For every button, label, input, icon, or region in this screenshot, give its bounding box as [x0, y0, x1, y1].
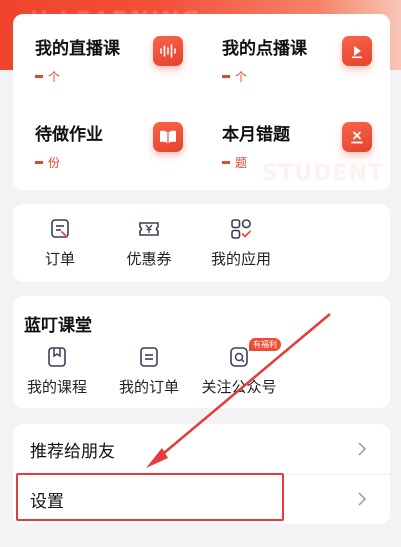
ting-item-label: 我的课程 [26, 378, 87, 396]
ting-item-label: 我的订单 [118, 378, 179, 396]
quick-action-coupons[interactable]: 优惠券 [114, 218, 184, 269]
ting-item-follow-official-account[interactable]: 有福利 关注公众号 [194, 338, 284, 397]
bookmark-book-icon [48, 347, 66, 367]
welfare-badge: 有福利 [249, 338, 281, 351]
settings-list-card: 推荐给朋友 设置 [13, 424, 390, 524]
quick-action-label: 优惠券 [126, 250, 172, 268]
stat-count: 份 [35, 154, 60, 171]
ting-item-my-courses[interactable]: 我的课程 [12, 346, 102, 397]
open-book-icon [153, 122, 183, 152]
stats-card: STUDENT 我的直播课 个 我的点播课 个 待做作业 份 本月错题 题 [13, 14, 390, 190]
audio-wave-icon [153, 36, 183, 66]
stat-monthly-wrong-answers[interactable]: 本月错题 题 [222, 120, 392, 190]
menu-recommend-friends[interactable]: 推荐给朋友 [13, 424, 390, 474]
ting-classroom-card: 蓝叮课堂 我的课程 我的订单 有福利 关注公众号 [13, 296, 390, 408]
stat-live-courses[interactable]: 我的直播课 个 [35, 34, 205, 104]
ting-item-my-orders[interactable]: 我的订单 [104, 346, 194, 397]
stat-count: 题 [222, 154, 247, 171]
stat-count: 个 [35, 68, 60, 85]
stat-count: 个 [222, 68, 247, 85]
order-list-icon [140, 347, 158, 367]
order-doc-icon [51, 219, 69, 238]
quick-action-label: 我的应用 [210, 250, 271, 268]
stat-vod-courses[interactable]: 我的点播课 个 [222, 34, 392, 104]
chevron-right-icon [358, 442, 367, 456]
stat-title: 本月错题 [222, 125, 290, 145]
stat-pending-homework[interactable]: 待做作业 份 [35, 120, 205, 190]
coupon-yen-icon [139, 222, 159, 236]
menu-label: 推荐给朋友 [30, 441, 115, 462]
quick-action-label: 订单 [44, 250, 75, 268]
apps-grid-icon [231, 219, 251, 239]
stat-title: 待做作业 [35, 125, 103, 145]
subscribe-icon [230, 347, 248, 367]
menu-label: 设置 [30, 491, 64, 512]
chevron-right-icon [358, 492, 367, 506]
wrong-answer-icon [342, 122, 372, 152]
quick-action-my-apps[interactable]: 我的应用 [206, 218, 276, 269]
ting-item-label: 关注公众号 [201, 378, 277, 396]
quick-actions-card: 订单 优惠券 我的应用 [13, 204, 390, 282]
video-play-icon [342, 36, 372, 66]
stat-title: 我的直播课 [35, 39, 120, 59]
section-title: 蓝叮课堂 [24, 316, 92, 336]
quick-action-orders[interactable]: 订单 [25, 218, 95, 269]
stat-title: 我的点播课 [222, 39, 307, 59]
menu-settings[interactable]: 设置 [13, 474, 390, 524]
